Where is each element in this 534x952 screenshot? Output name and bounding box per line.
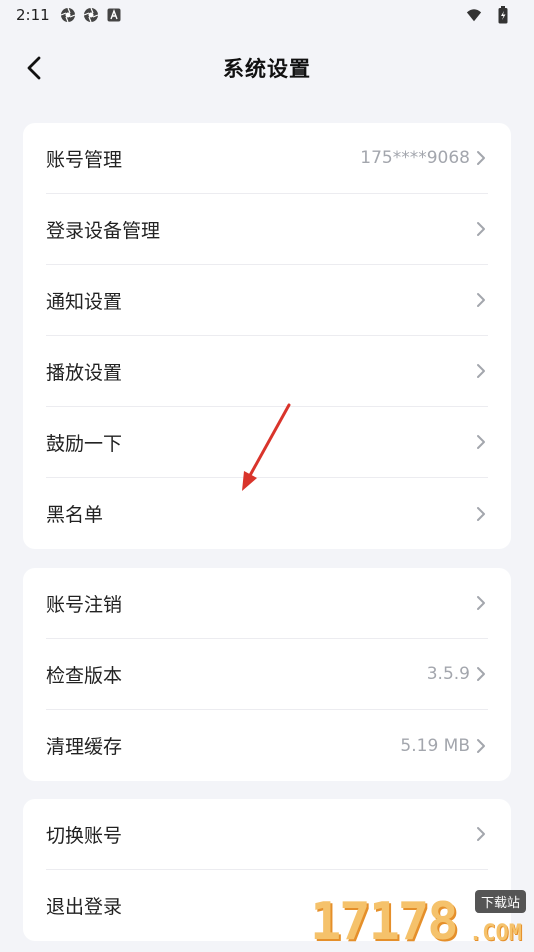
settings-row-label: 检查版本 <box>46 661 427 688</box>
chevron-right-icon <box>474 433 488 451</box>
settings-row-label: 通知设置 <box>46 287 470 314</box>
watermark-tag: 下载站 <box>475 890 526 913</box>
chevron-right-icon <box>474 594 488 612</box>
settings-row-account-management[interactable]: 账号管理175****9068 <box>46 123 488 194</box>
chevron-right-icon <box>474 505 488 523</box>
settings-row-label: 播放设置 <box>46 358 470 385</box>
settings-row-login-devices[interactable]: 登录设备管理 <box>46 194 488 265</box>
chevron-right-icon <box>474 220 488 238</box>
settings-row-deactivate-account[interactable]: 账号注销 <box>46 568 488 639</box>
settings-group-app: 账号注销检查版本3.5.9清理缓存5.19 MB <box>23 568 511 781</box>
chevron-left-icon <box>24 55 44 81</box>
settings-row-label: 登录设备管理 <box>46 216 470 243</box>
watermark-number: 17178 <box>310 896 457 948</box>
settings-row-label: 清理缓存 <box>46 732 400 759</box>
back-button[interactable] <box>16 50 52 86</box>
settings-row-switch-account[interactable]: 切换账号 <box>46 799 488 870</box>
settings-row-value: 175****9068 <box>360 148 470 168</box>
settings-row-label: 账号注销 <box>46 590 470 617</box>
chevron-right-icon <box>474 737 488 755</box>
settings-group-account: 账号管理175****9068 登录设备管理通知设置播放设置鼓励一下黑名单 <box>23 123 511 549</box>
aperture-icon <box>60 7 76 23</box>
settings-row-notifications[interactable]: 通知设置 <box>46 265 488 336</box>
status-time: 2:11 <box>16 6 50 24</box>
settings-row-label: 切换账号 <box>46 821 470 848</box>
settings-row-blacklist[interactable]: 黑名单 <box>46 478 488 549</box>
app-header: 系统设置 <box>0 40 534 96</box>
settings-row-label: 黑名单 <box>46 500 470 527</box>
settings-row-playback[interactable]: 播放设置 <box>46 336 488 407</box>
watermark-suffix: .COM <box>469 921 522 946</box>
watermark-logo: 17178 下载站 .COM <box>310 888 530 948</box>
settings-row-value: 5.19 MB <box>400 736 470 756</box>
chevron-right-icon <box>474 665 488 683</box>
chevron-right-icon <box>474 825 488 843</box>
font-a-icon <box>106 7 122 23</box>
settings-row-value: 3.5.9 <box>427 664 470 684</box>
settings-row-clear-cache[interactable]: 清理缓存5.19 MB <box>46 710 488 781</box>
settings-row-encourage[interactable]: 鼓励一下 <box>46 407 488 478</box>
status-bar: 2:11 <box>0 0 534 30</box>
aperture-icon <box>83 7 99 23</box>
settings-row-label: 鼓励一下 <box>46 429 470 456</box>
battery-icon <box>495 7 511 23</box>
settings-row-check-version[interactable]: 检查版本3.5.9 <box>46 639 488 710</box>
settings-row-label: 账号管理 <box>46 145 360 172</box>
wifi-icon <box>466 7 482 23</box>
chevron-right-icon <box>474 362 488 380</box>
page-title: 系统设置 <box>223 53 311 83</box>
chevron-right-icon <box>474 291 488 309</box>
chevron-right-icon <box>474 149 488 167</box>
